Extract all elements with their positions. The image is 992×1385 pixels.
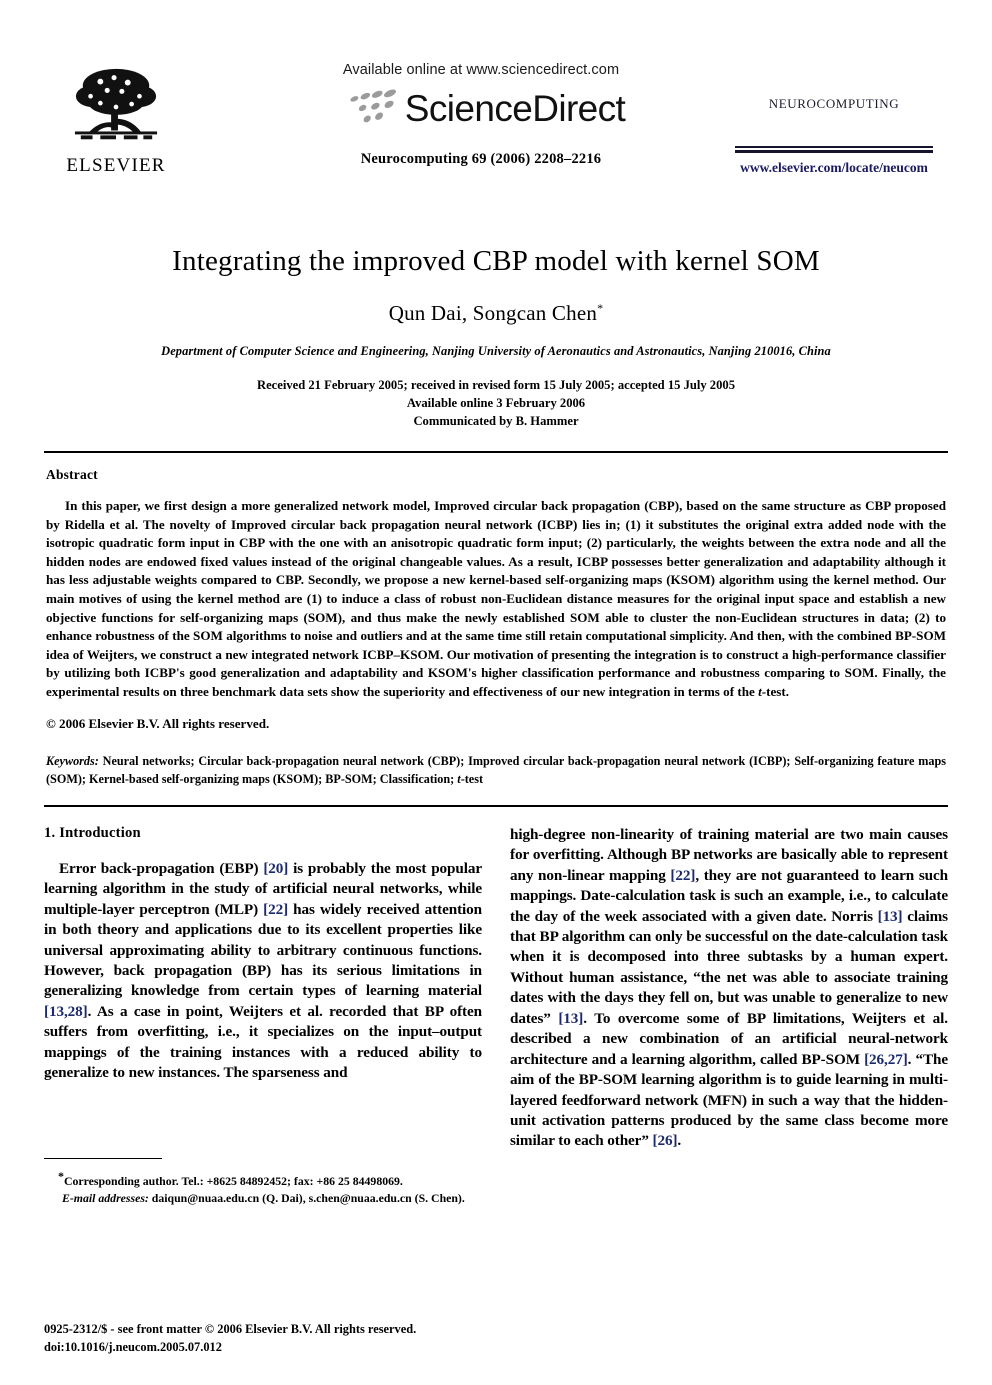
journal-citation: Neurocomputing 69 (2006) 2208–2216: [360, 151, 602, 167]
masthead: ELSEVIER Available online at www.science…: [44, 62, 948, 222]
sciencedirect-logo: ScienceDirect: [296, 87, 666, 129]
footnote-text: *Corresponding author. Tel.: +8625 84892…: [44, 1168, 482, 1205]
citation-13-quote[interactable]: [13]: [558, 1010, 583, 1027]
email-addresses-text[interactable]: daiqun@nuaa.edu.cn (Q. Dai), s.chen@nuaa…: [149, 1191, 465, 1205]
abstract-bottom-rule: [44, 805, 948, 807]
front-matter-line: 0925-2312/$ - see front matter © 2006 El…: [44, 1322, 417, 1337]
sciencedirect-block: Available online at www.sciencedirect.co…: [296, 62, 666, 168]
brand-divider: [735, 146, 933, 153]
journal-brand-name: Neurocomputing: [768, 92, 900, 113]
doi-line[interactable]: doi:10.1016/j.neucom.2005.07.012: [44, 1339, 416, 1357]
introduction-paragraph-left: Error back-propagation (EBP) [20] is pro…: [44, 859, 482, 1084]
communicated-by: Communicated by B. Hammer: [413, 414, 579, 429]
corresponding-author-marker: *: [597, 300, 604, 315]
abstract-main: In this paper, we first design a more ge…: [46, 498, 946, 699]
paper-title: Integrating the improved CBP model with …: [172, 245, 820, 277]
affiliation: Department of Computer Science and Engin…: [161, 343, 831, 358]
title-block: Integrating the improved CBP model with …: [70, 244, 922, 431]
abstract-heading: Abstract: [46, 467, 98, 483]
email-note: E-mail addresses: daiqun@nuaa.edu.cn (Q.…: [44, 1190, 482, 1206]
keywords-text: Neural networks; Circular back-propagati…: [46, 754, 946, 786]
sciencedirect-wordmark: ScienceDirect: [404, 87, 626, 129]
intro-text-d: . As a case in point, Weijters et al. re…: [44, 1002, 482, 1082]
journal-url-link[interactable]: www.elsevier.com/locate/neucom: [720, 160, 948, 176]
footnote-rule: [44, 1157, 162, 1160]
abstract-tail: -test.: [761, 683, 789, 699]
abstract-section: Abstract In this paper, we first design …: [46, 467, 946, 788]
citation-13-28[interactable]: [13,28]: [44, 1003, 88, 1020]
abstract-copyright: © 2006 Elsevier B.V. All rights reserved…: [46, 715, 270, 731]
sciencedirect-swoosh-icon: [350, 89, 396, 123]
abstract-top-rule: [44, 450, 948, 454]
elsevier-logo: ELSEVIER: [60, 64, 172, 177]
introduction-heading: 1. Introduction: [44, 824, 141, 841]
intro-text-a: Error back-propagation (EBP): [59, 859, 264, 877]
keywords-label: Keywords:: [46, 754, 99, 769]
right-column: high-degree non-linearity of training ma…: [510, 825, 948, 1200]
received-dates: Received 21 February 2005; received in r…: [256, 377, 735, 392]
journal-brand-block: Neurocomputing www.elsevier.com/locate/n…: [720, 92, 948, 176]
introduction-paragraph-right: high-degree non-linearity of training ma…: [510, 825, 948, 1152]
intro-right-f: .: [677, 1132, 682, 1150]
citation-22[interactable]: [22]: [263, 901, 288, 918]
abstract-text: In this paper, we first design a more ge…: [46, 497, 946, 701]
left-column: 1. Introduction Error back-propagation (…: [44, 824, 482, 1205]
article-first-page: ELSEVIER Available online at www.science…: [0, 62, 992, 1385]
keywords-line: Keywords: Neural networks; Circular back…: [46, 753, 946, 788]
available-online-text: Available online at www.sciencedirect.co…: [342, 62, 620, 78]
footnote-block: *Corresponding author. Tel.: +8625 84892…: [44, 1157, 482, 1206]
keywords-tail: -test: [460, 771, 484, 786]
article-dates: Received 21 February 2005; received in r…: [70, 376, 922, 431]
citation-26[interactable]: [26]: [653, 1132, 678, 1149]
citation-26-27[interactable]: [26,27]: [864, 1051, 908, 1068]
email-addresses-label: E-mail addresses:: [62, 1190, 149, 1205]
citation-22-right[interactable]: [22]: [670, 867, 695, 884]
elsevier-tree-icon: [74, 68, 158, 140]
citation-20[interactable]: [20]: [263, 860, 288, 877]
author-list: Qun Dai, Songcan Chen*: [70, 301, 922, 326]
corresponding-author-note: *Corresponding author. Tel.: +8625 84892…: [44, 1168, 482, 1189]
available-online-date: Available online 3 February 2006: [406, 396, 586, 411]
corresponding-author-text: Corresponding author. Tel.: +8625 848924…: [64, 1174, 403, 1189]
body-columns: 1. Introduction Error back-propagation (…: [44, 824, 948, 1205]
author-names: Qun Dai, Songcan Chen: [388, 300, 598, 325]
elsevier-wordmark: ELSEVIER: [66, 155, 166, 176]
page-footer: 0925-2312/$ - see front matter © 2006 El…: [44, 1321, 416, 1357]
citation-13-right[interactable]: [13]: [878, 908, 903, 925]
